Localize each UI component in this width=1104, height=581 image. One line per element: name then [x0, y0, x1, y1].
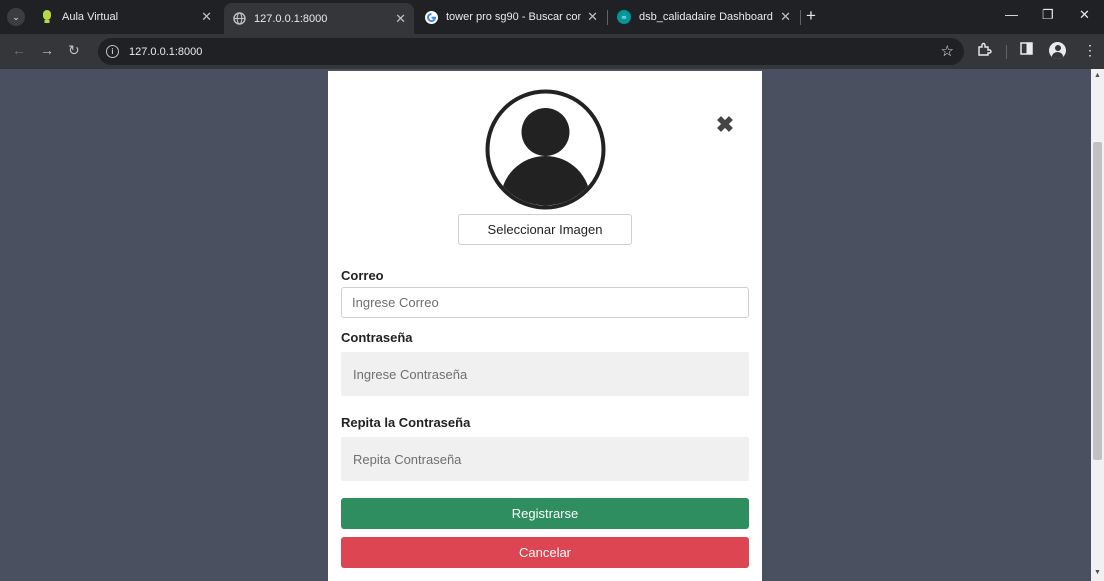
password-label: Contraseña: [341, 330, 413, 345]
close-tab-icon[interactable]: ✕: [587, 9, 598, 25]
email-field[interactable]: [341, 287, 749, 318]
tab-separator: [607, 10, 608, 25]
scroll-down-icon[interactable]: ▼: [1094, 569, 1101, 576]
new-tab-icon[interactable]: +: [806, 6, 816, 26]
cancel-button[interactable]: Cancelar: [341, 537, 749, 568]
arduino-icon: ∞: [617, 10, 631, 24]
forward-icon[interactable]: →: [40, 42, 54, 58]
tab-google-search[interactable]: tower pro sg90 - Buscar con Go ✕: [416, 4, 606, 30]
tab-separator: [800, 10, 801, 25]
tab-title: Aula Virtual: [62, 11, 119, 23]
tab-strip: ⌄ Aula Virtual ✕ 127.0.0.1:8000 ✕ tower …: [0, 0, 1104, 34]
register-modal: ✖ Seleccionar Imagen Correo Contraseña R…: [328, 71, 762, 581]
close-tab-icon[interactable]: ✕: [395, 11, 406, 27]
address-bar[interactable]: i 127.0.0.1:8000 ☆: [98, 38, 964, 65]
tab-title: dsb_calidadaire Dashboard | Ar: [639, 11, 774, 23]
restore-icon[interactable]: ❐: [1042, 7, 1054, 23]
site-info-icon[interactable]: i: [106, 45, 119, 58]
bookmark-star-icon[interactable]: ☆: [941, 42, 954, 60]
page-backdrop: ✖ Seleccionar Imagen Correo Contraseña R…: [0, 69, 1091, 581]
globe-icon: [232, 12, 246, 26]
password-repeat-field[interactable]: [341, 437, 749, 481]
register-button[interactable]: Registrarse: [341, 498, 749, 529]
close-modal-icon[interactable]: ✖: [715, 114, 735, 136]
reload-icon[interactable]: ↻: [68, 42, 80, 59]
url-text: 127.0.0.1:8000: [129, 45, 203, 58]
tab-localhost[interactable]: 127.0.0.1:8000 ✕: [224, 3, 414, 34]
tab-arduino-dashboard[interactable]: ∞ dsb_calidadaire Dashboard | Ar ✕: [609, 4, 799, 30]
side-panel-icon[interactable]: [1020, 42, 1033, 58]
select-image-button[interactable]: Seleccionar Imagen: [458, 214, 632, 245]
scrollbar-thumb[interactable]: [1093, 142, 1102, 460]
password-repeat-label: Repita la Contraseña: [341, 415, 471, 430]
google-icon: [424, 10, 438, 24]
extensions-icon[interactable]: [977, 42, 992, 60]
menu-kebab-icon[interactable]: ⋮: [1083, 42, 1097, 59]
toolbar-separator: [1006, 45, 1007, 59]
user-avatar-icon: [485, 89, 606, 210]
scroll-up-icon[interactable]: ▲: [1094, 72, 1101, 79]
tab-title: 127.0.0.1:8000: [254, 12, 328, 25]
browser-toolbar: ← → ↻ i 127.0.0.1:8000 ☆ ⋮: [0, 34, 1104, 69]
tab-search-button[interactable]: ⌄: [7, 8, 25, 26]
email-label: Correo: [341, 268, 384, 283]
back-icon[interactable]: ←: [12, 42, 26, 58]
profile-image-placeholder: [485, 89, 606, 210]
profile-avatar-icon[interactable]: [1049, 42, 1066, 59]
close-window-icon[interactable]: ✕: [1079, 7, 1090, 23]
tab-aula-virtual[interactable]: Aula Virtual ✕: [32, 4, 220, 30]
lightbulb-icon: [40, 10, 54, 24]
tab-title: tower pro sg90 - Buscar con Go: [446, 11, 582, 23]
minimize-icon[interactable]: —: [1005, 7, 1018, 22]
password-field[interactable]: [341, 352, 749, 396]
svg-text:∞: ∞: [621, 14, 627, 22]
close-tab-icon[interactable]: ✕: [780, 9, 791, 25]
close-tab-icon[interactable]: ✕: [201, 9, 212, 25]
page-scrollbar[interactable]: ▲ ▼: [1091, 69, 1104, 581]
